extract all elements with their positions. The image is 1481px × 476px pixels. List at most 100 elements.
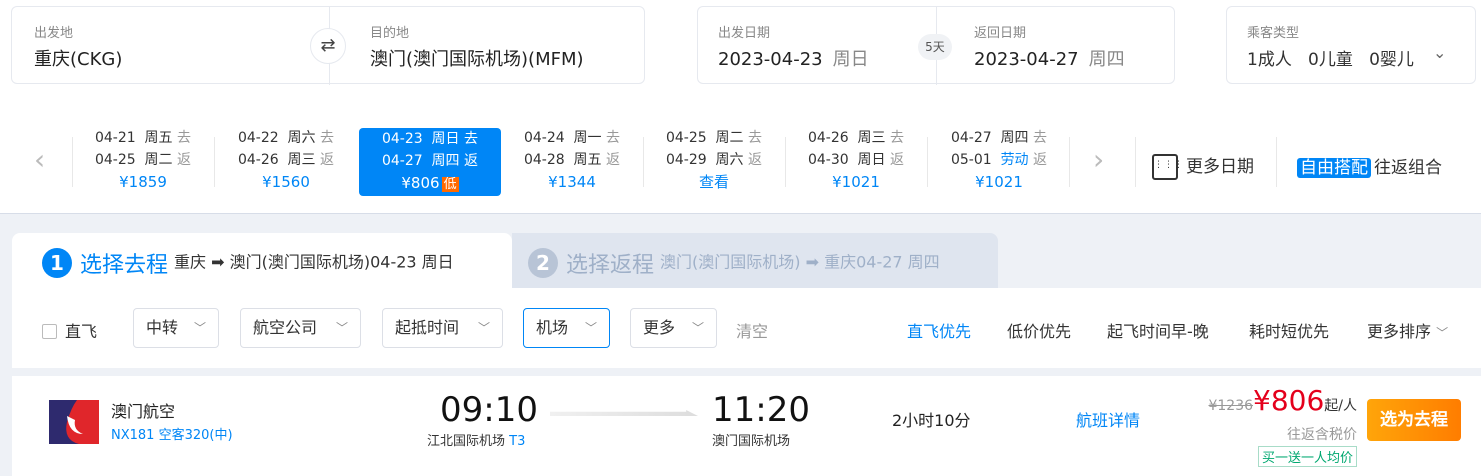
tab-return[interactable]: 2 选择返程 澳门(澳门国际机场) ➡ 重庆04-27 周四	[512, 233, 998, 289]
go-date: 04-23 周日	[381, 131, 460, 147]
direct-checkbox[interactable]: 直飞	[42, 318, 97, 342]
go-date: 04-21 周五	[94, 130, 173, 146]
flight-arrow	[550, 410, 698, 416]
depart-date-field[interactable]: 2023-04-23 周日	[718, 45, 869, 71]
arrival-airport: 澳门国际机场	[712, 434, 791, 449]
tab-route: 重庆 ➡ 澳门(澳门国际机场)04-23 周日	[174, 252, 454, 272]
return-label: 返回日期	[974, 26, 1027, 41]
sort-low-price[interactable]: 低价优先	[1007, 318, 1071, 342]
back-suffix: 返	[320, 152, 335, 168]
price-block: ¥1236¥806起/人	[1208, 384, 1357, 417]
from-label: 出发地	[34, 26, 74, 41]
from-field[interactable]: 重庆(CKG)	[34, 45, 122, 71]
go-date: 04-25 周二	[665, 130, 744, 146]
free-combo-button[interactable]: 自由搭配 往返组合	[1297, 153, 1442, 178]
back-suffix: 返	[464, 153, 479, 169]
airport-label: 机场	[536, 318, 569, 337]
departure-airport: 江北国际机场	[427, 434, 506, 449]
date-option[interactable]: 04-27 周四 去 05-01 劳动 返 ¥1021	[928, 127, 1070, 197]
select-outbound-button[interactable]: 选为去程	[1367, 399, 1461, 441]
return-date-field[interactable]: 2023-04-27 周四	[974, 45, 1125, 71]
go-suffix: 去	[464, 131, 479, 147]
go-suffix: 去	[606, 130, 621, 146]
go-date: 04-26 周三	[807, 130, 886, 146]
transfer-label: 中转	[146, 318, 179, 337]
depart-date: 2023-04-23	[718, 49, 823, 70]
flight-details-link[interactable]: 航班详情	[1076, 407, 1140, 431]
divider	[72, 137, 73, 187]
chevron-down-icon: ﹀	[335, 321, 348, 335]
adults: 1成人	[1247, 50, 1292, 70]
back-suffix: 返	[890, 152, 905, 168]
tab-title: 选择去程	[80, 253, 169, 278]
chevron-down-icon: ﹀	[584, 321, 597, 335]
to-field[interactable]: 澳门(澳门国际机场)(MFM)	[370, 45, 584, 71]
next-dates-arrow[interactable]: ›	[1093, 143, 1104, 176]
transfer-filter[interactable]: 中转 ﹀	[133, 308, 219, 348]
children: 0儿童	[1308, 50, 1353, 70]
sort-direct-first[interactable]: 直飞优先	[907, 318, 971, 342]
chevron-down-icon: ﹀	[477, 321, 490, 335]
more-label: 更多	[643, 318, 676, 337]
date-option[interactable]: 04-21 周五 去 04-25 周二 返 ¥1859	[72, 127, 214, 197]
promo-badge: 买一送一人均价	[1257, 446, 1357, 467]
chevron-down-icon[interactable]: ⌄	[1433, 43, 1446, 62]
return-date: 04-25 周二	[94, 152, 173, 168]
date-price: ¥1859	[119, 173, 167, 191]
flight-row[interactable]: 澳门航空 NX181 空客320(中) 09:10 江北国际机场 T3 11:2…	[12, 368, 1481, 476]
divider	[1069, 137, 1070, 187]
go-suffix: 去	[320, 130, 335, 146]
date-price: ¥1021	[832, 173, 880, 191]
flight-number[interactable]: NX181 空客320(中)	[111, 424, 233, 443]
airline-label: 航空公司	[253, 318, 318, 337]
airport-filter[interactable]: 机场 ﹀	[523, 308, 610, 348]
go-date: 04-24 周一	[523, 130, 602, 146]
more-sort-label: 更多排序	[1367, 322, 1432, 341]
return-date: 2023-04-27	[974, 49, 1079, 70]
time-label: 起抵时间	[395, 318, 460, 337]
time-filter[interactable]: 起抵时间 ﹀	[382, 308, 503, 348]
go-date: 04-22 周六	[237, 130, 316, 146]
price-note: 往返含税价	[1287, 427, 1357, 443]
to-label: 目的地	[370, 26, 410, 41]
round-combo-label: 往返组合	[1374, 158, 1442, 178]
return-date: 05-01	[950, 152, 992, 168]
tab-outbound[interactable]: 1 选择去程 重庆 ➡ 澳门(澳门国际机场)04-23 周日	[12, 233, 512, 289]
airline-filter[interactable]: 航空公司 ﹀	[240, 308, 361, 348]
more-dates-button[interactable]: ⋮⋮⋮ 更多日期	[1152, 152, 1254, 180]
go-suffix: 去	[177, 130, 192, 146]
sort-departure-time[interactable]: 起飞时间早-晚	[1107, 318, 1209, 342]
filter-bar: 直飞 中转 ﹀ 航空公司 ﹀ 起抵时间 ﹀ 机场 ﹀ 更多 ﹀ 清空 直飞优先 低价优先 …	[12, 288, 1481, 368]
date-option[interactable]: 04-25 周二 去 04-29 周六 返 查看	[643, 127, 785, 197]
return-date: 04-30 周日	[807, 152, 886, 168]
holiday-label: 劳动	[1000, 152, 1029, 168]
original-price: ¥1236	[1208, 398, 1254, 414]
date-option[interactable]: 04-24 周一 去 04-28 周五 返 ¥1344	[501, 127, 643, 197]
date-option[interactable]: 04-22 周六 去 04-26 周三 返 ¥1560	[215, 127, 357, 197]
direct-label: 直飞	[65, 322, 98, 341]
back-suffix: 返	[606, 152, 621, 168]
date-option[interactable]: 04-26 周三 去 04-30 周日 返 ¥1021	[785, 127, 927, 197]
more-filter[interactable]: 更多 ﹀	[630, 308, 717, 348]
sort-duration[interactable]: 耗时短优先	[1249, 318, 1329, 342]
airline-name: 澳门航空	[111, 402, 176, 421]
passenger-card[interactable]: 乘客类型 1成人 0儿童 0婴儿 ⌄	[1226, 6, 1476, 84]
date-option[interactable]: 04-23 周日 去 04-27 周四 返 ¥806 低	[359, 128, 501, 196]
go-suffix: 去	[890, 130, 905, 146]
swap-icon[interactable]: ⇄	[310, 28, 346, 64]
departure-terminal: T3	[509, 434, 526, 449]
tab-title: 选择返程	[566, 253, 655, 278]
lowest-badge: 低	[441, 177, 459, 192]
arrival-time: 11:20	[712, 390, 810, 430]
more-sort-button[interactable]: 更多排序 ﹀	[1367, 318, 1448, 342]
date-price: 查看	[698, 173, 729, 191]
go-suffix: 去	[748, 130, 763, 146]
flight-duration: 2小时10分	[892, 411, 971, 430]
pax-label: 乘客类型	[1247, 26, 1300, 41]
return-date: 04-29 周六	[665, 152, 744, 168]
tab-route: 澳门(澳门国际机场) ➡ 重庆04-27 周四	[660, 252, 940, 272]
date-price: ¥806	[401, 174, 440, 192]
clear-button[interactable]: 清空	[736, 318, 768, 342]
date-price: ¥1021	[975, 173, 1023, 191]
chevron-down-icon: ﹀	[193, 321, 206, 335]
